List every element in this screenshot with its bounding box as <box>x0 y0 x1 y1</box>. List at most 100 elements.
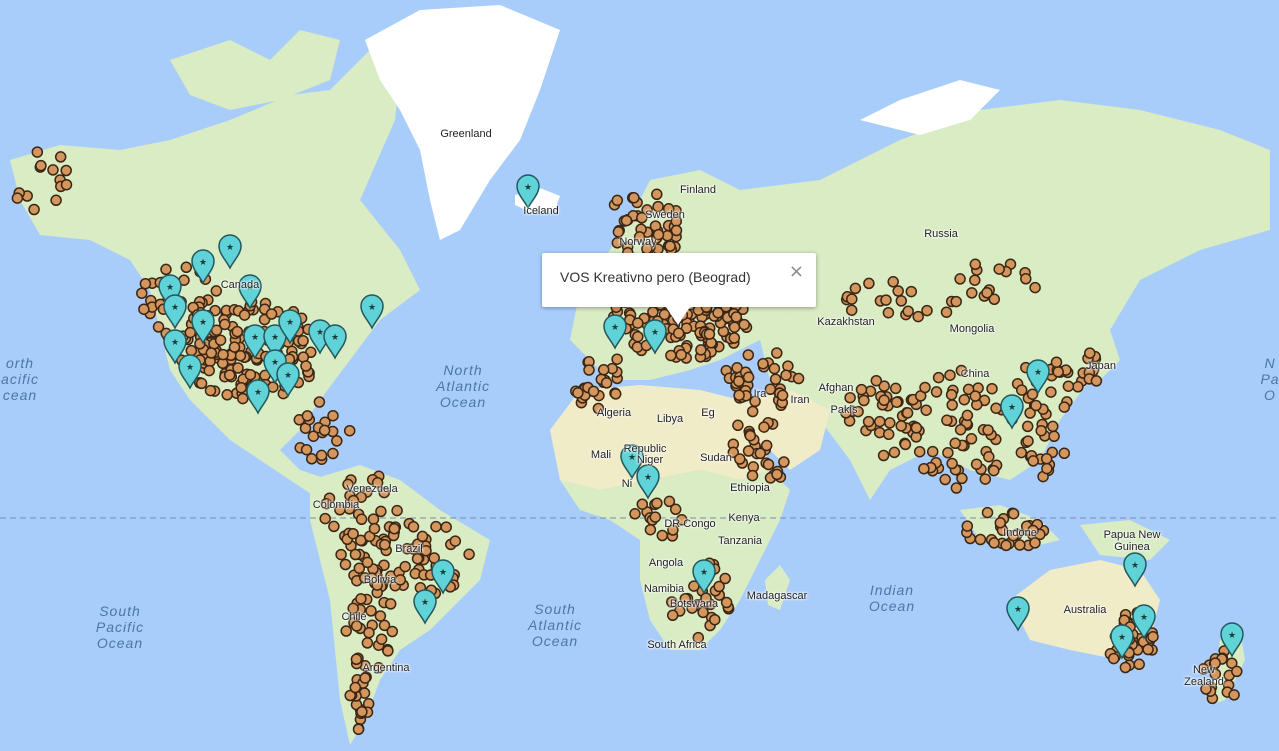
location-dot[interactable] <box>844 391 856 404</box>
location-dot[interactable] <box>375 633 388 645</box>
location-dot[interactable] <box>862 415 875 428</box>
location-dot[interactable] <box>620 214 633 227</box>
location-dot[interactable] <box>983 450 995 463</box>
location-dot[interactable] <box>217 348 229 361</box>
location-dot[interactable] <box>1231 665 1243 678</box>
location-dot[interactable] <box>1058 447 1071 460</box>
location-dot[interactable] <box>1050 356 1063 368</box>
location-dot[interactable] <box>1045 386 1057 398</box>
location-dot[interactable] <box>880 294 892 306</box>
location-dot[interactable] <box>235 381 247 394</box>
location-dot[interactable] <box>969 274 981 286</box>
location-dot[interactable] <box>367 513 380 525</box>
location-dot[interactable] <box>961 409 974 422</box>
location-dot[interactable] <box>889 382 902 395</box>
location-dot[interactable] <box>771 347 783 359</box>
location-dot[interactable] <box>965 433 978 445</box>
location-dot[interactable] <box>339 558 352 571</box>
location-dot[interactable] <box>758 421 770 433</box>
location-dot[interactable] <box>913 445 926 458</box>
location-dot[interactable] <box>905 285 918 298</box>
location-dot[interactable] <box>636 498 649 510</box>
location-dot[interactable] <box>214 334 227 346</box>
location-dot[interactable] <box>374 610 387 622</box>
location-dot[interactable] <box>733 375 745 387</box>
location-dot[interactable] <box>874 415 886 428</box>
location-dot[interactable] <box>632 330 644 343</box>
location-dot[interactable] <box>1035 424 1047 437</box>
location-dot[interactable] <box>733 389 745 401</box>
location-dot[interactable] <box>301 410 314 422</box>
location-dot[interactable] <box>195 377 208 390</box>
location-dot[interactable] <box>440 521 452 533</box>
location-dot[interactable] <box>1015 446 1028 459</box>
location-dot[interactable] <box>855 383 868 396</box>
location-dot[interactable] <box>939 473 951 486</box>
location-dot[interactable] <box>950 482 963 494</box>
location-dot[interactable] <box>1021 420 1034 433</box>
location-dot[interactable] <box>232 362 244 374</box>
world-map[interactable]: ★ ★ ★ ★ ★ ★ ★ ★ ★ ★ ★ ★ ★ ★ ★ ★ ★ ★ ★ ★ ★ ★ ★ ★ ★ ★ ★ ★ ★ ★ ★ ★ Greenla… <box>0 0 1279 751</box>
location-dot[interactable] <box>665 349 677 362</box>
location-dot[interactable] <box>942 446 954 459</box>
location-dot[interactable] <box>1107 652 1120 665</box>
location-dot[interactable] <box>969 390 982 402</box>
location-dot[interactable] <box>237 392 249 405</box>
location-dot[interactable] <box>966 287 978 299</box>
location-dot[interactable] <box>845 304 858 316</box>
location-dot[interactable] <box>873 426 886 439</box>
location-dot[interactable] <box>870 374 883 387</box>
location-dot[interactable] <box>958 393 971 406</box>
location-dot[interactable] <box>632 317 644 329</box>
location-dot[interactable] <box>986 382 998 395</box>
location-dot[interactable] <box>138 303 150 315</box>
location-dot[interactable] <box>920 404 932 416</box>
location-dot[interactable] <box>244 368 257 381</box>
location-dot[interactable] <box>28 203 40 216</box>
location-dot[interactable] <box>892 285 904 297</box>
location-dot[interactable] <box>988 464 1000 477</box>
location-dot[interactable] <box>300 443 313 456</box>
location-dot[interactable] <box>746 405 759 418</box>
location-dot[interactable] <box>956 472 968 485</box>
location-dot[interactable] <box>950 295 962 308</box>
location-dot[interactable] <box>930 386 943 398</box>
location-dot[interactable] <box>60 178 73 191</box>
location-dot[interactable] <box>363 626 375 639</box>
location-dot[interactable] <box>611 194 624 207</box>
location-dot[interactable] <box>744 429 757 442</box>
location-dot[interactable] <box>136 287 148 299</box>
location-dot[interactable] <box>675 348 687 361</box>
location-dot[interactable] <box>895 295 908 307</box>
location-dot[interactable] <box>888 446 901 459</box>
location-dot[interactable] <box>1030 399 1042 412</box>
location-dot[interactable] <box>974 533 987 546</box>
location-dot[interactable] <box>1072 381 1084 393</box>
location-dot[interactable] <box>1062 380 1075 392</box>
location-dot[interactable] <box>328 520 340 533</box>
location-dot[interactable] <box>932 371 945 384</box>
location-dot[interactable] <box>1014 539 1026 551</box>
location-dot[interactable] <box>1020 273 1032 285</box>
location-dot[interactable] <box>990 402 1002 414</box>
location-dot[interactable] <box>1084 347 1096 359</box>
location-dot[interactable] <box>388 522 401 535</box>
location-dot[interactable] <box>54 151 67 163</box>
location-dot[interactable] <box>597 364 610 376</box>
location-dot[interactable] <box>305 453 318 465</box>
location-dot[interactable] <box>762 458 775 471</box>
location-dot[interactable] <box>572 387 584 399</box>
location-dot[interactable] <box>1048 430 1060 443</box>
location-dot[interactable] <box>742 349 755 361</box>
location-dot[interactable] <box>912 310 924 323</box>
location-dot[interactable] <box>644 523 657 536</box>
location-dot[interactable] <box>742 445 755 457</box>
location-dot[interactable] <box>1041 462 1053 475</box>
location-dot[interactable] <box>878 394 890 407</box>
location-dot[interactable] <box>628 192 640 204</box>
location-dot[interactable] <box>587 385 600 398</box>
location-dot[interactable] <box>611 353 623 365</box>
location-dot[interactable] <box>449 535 462 547</box>
location-dot[interactable] <box>356 705 368 718</box>
location-dot[interactable] <box>1022 435 1034 447</box>
